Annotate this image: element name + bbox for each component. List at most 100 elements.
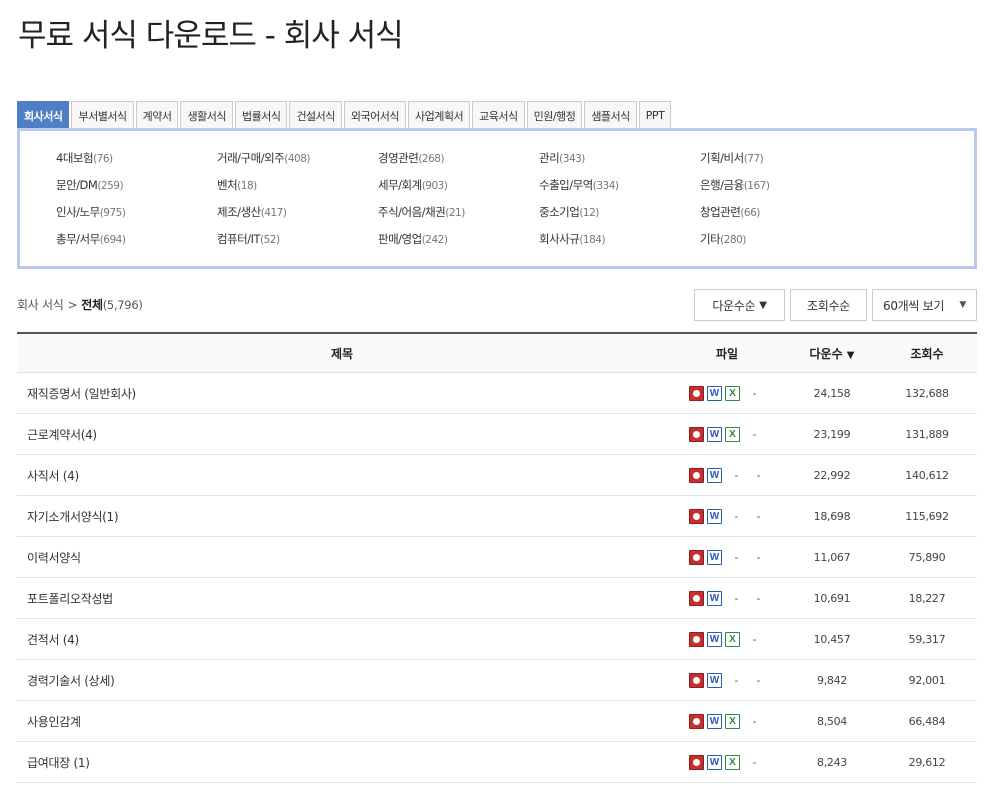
subcategory-link[interactable]: 문안/DM(259) (56, 177, 217, 204)
header-views[interactable]: 조회수 (877, 345, 977, 362)
excel-file-icon[interactable]: X (725, 426, 740, 442)
form-title-link[interactable]: 사용인감계 (17, 713, 667, 730)
file-icons: W-- (667, 590, 787, 606)
file-icons: W-- (667, 508, 787, 524)
form-title-link[interactable]: 근로계약서(4) (17, 426, 667, 443)
word-file-icon[interactable]: W (707, 631, 722, 647)
tab-1[interactable]: 회사서식 (17, 101, 70, 129)
table-row: 견적서 (4) W X -10,457 59,317 (17, 619, 977, 660)
sort-by-views-button[interactable]: 조회수순 (790, 289, 867, 321)
subcategory-name: 판매/영업 (378, 232, 422, 246)
page-size-select[interactable]: 60개씩 보기 ▼ (872, 289, 977, 321)
excel-file-icon[interactable]: X (725, 385, 740, 401)
subcategory-link[interactable]: 기타(280) (700, 231, 861, 258)
subcategory-link[interactable]: 관리(343) (539, 150, 700, 177)
excel-file-icon[interactable]: X (725, 754, 740, 770)
form-title-link[interactable]: 급여대장 (1) (17, 754, 667, 771)
header-file: 파일 (715, 346, 739, 361)
tab-12[interactable]: PPT (638, 101, 672, 129)
subcategory-link[interactable]: 제조/생산(417) (217, 204, 378, 231)
subcategory-link[interactable]: 은행/금융(167) (700, 177, 861, 204)
table-row: 사용인감계 W X -8,504 66,484 (17, 701, 977, 742)
subcategory-link[interactable]: 컴퓨터/IT(52) (217, 231, 378, 258)
word-file-icon[interactable]: W (707, 754, 722, 770)
no-file-dash: - (756, 509, 761, 523)
download-count: 8,504 (817, 714, 847, 728)
subcategory-link[interactable]: 세무/회계(903) (378, 177, 539, 204)
subcategory-count: (343) (559, 153, 585, 165)
hwp-file-icon[interactable] (689, 549, 704, 565)
word-file-icon[interactable]: W (707, 385, 722, 401)
tab-8[interactable]: 사업계획서 (408, 101, 471, 129)
subcategory-link[interactable]: 주식/어음/채권(21) (378, 204, 539, 231)
excel-file-icon[interactable]: X (725, 631, 740, 647)
subcategory-link[interactable]: 인사/노무(975) (56, 204, 217, 231)
word-file-icon[interactable]: W (707, 672, 722, 688)
tab-5[interactable]: 법률서식 (234, 101, 288, 129)
form-title-link[interactable]: 경력기술서 (상세) (17, 672, 667, 689)
subcategory-count: (975) (99, 207, 126, 219)
subcategory-name: 관리 (539, 151, 560, 165)
tab-11[interactable]: 샘플서식 (584, 101, 637, 129)
form-title-link[interactable]: 이력서양식 (17, 549, 667, 566)
word-file-icon[interactable]: W (707, 508, 722, 524)
subcategory-name: 은행/금융 (700, 178, 744, 192)
subcategory-link[interactable]: 거래/구매/외주(408) (217, 150, 378, 177)
tab-2[interactable]: 부서별서식 (71, 101, 134, 129)
subcategory-link[interactable]: 창업관련(66) (700, 204, 861, 231)
hwp-file-icon[interactable] (689, 713, 704, 729)
tab-9[interactable]: 교육서식 (472, 101, 525, 129)
form-title-link[interactable]: 자기소개서양식(1) (17, 508, 667, 525)
hwp-file-icon[interactable] (689, 508, 704, 524)
subcategory-link[interactable]: 벤처(18) (217, 177, 378, 204)
subcategory-link[interactable]: 4대보험(76) (56, 150, 217, 177)
breadcrumb-separator: > (67, 298, 78, 312)
subcategory-name: 주식/어음/채권 (378, 205, 446, 219)
tab-6[interactable]: 건설서식 (289, 101, 342, 129)
subcategory-link[interactable]: 수출입/무역(334) (539, 177, 700, 204)
hwp-symbol-icon (693, 635, 700, 643)
subcategory-count: (12) (579, 207, 599, 219)
form-title-link[interactable]: 포트폴리오작성법 (17, 590, 667, 607)
subcategory-link[interactable]: 회사사규(184) (539, 231, 700, 258)
subcategory-link[interactable]: 기획/비서(77) (700, 150, 861, 177)
file-icons: W-- (667, 467, 787, 483)
tab-7[interactable]: 외국어서식 (343, 101, 407, 129)
breadcrumb-parent[interactable]: 회사 서식 (17, 298, 64, 312)
word-file-icon[interactable]: W (707, 713, 722, 729)
word-file-icon[interactable]: W (707, 549, 722, 565)
tab-3[interactable]: 계약서 (135, 101, 179, 129)
subcategory-count: (259) (97, 180, 124, 192)
forms-table: 제목 파일 다운수 ▼ 조회수 재직증명서 (일반회사) W X -24,158 132… (17, 332, 977, 783)
tab-4[interactable]: 생활서식 (180, 101, 233, 129)
tab-10[interactable]: 민원/행정 (526, 101, 583, 129)
no-file-dash: - (734, 468, 739, 482)
subcategory-name: 세무/회계 (378, 178, 422, 192)
subcategory-link[interactable]: 경영관련(268) (378, 150, 539, 177)
word-file-icon[interactable]: W (707, 590, 722, 606)
subcategory-count: (408) (284, 153, 310, 165)
subcategory-link[interactable]: 중소기업(12) (539, 204, 700, 231)
header-downloads[interactable]: 다운수 ▼ (787, 345, 877, 362)
table-header: 제목 파일 다운수 ▼ 조회수 (17, 334, 977, 373)
form-title-link[interactable]: 사직서 (4) (17, 467, 667, 484)
hwp-file-icon[interactable] (689, 590, 704, 606)
hwp-file-icon[interactable] (689, 426, 704, 442)
excel-file-icon[interactable]: X (725, 713, 740, 729)
form-title-link[interactable]: 견적서 (4) (17, 631, 667, 648)
form-title-link[interactable]: 재직증명서 (일반회사) (17, 385, 667, 402)
download-count: 8,243 (817, 755, 847, 769)
word-file-icon[interactable]: W (707, 467, 722, 483)
hwp-file-icon[interactable] (689, 754, 704, 770)
subcategory-name: 제조/생산 (217, 205, 261, 219)
sort-by-downloads-button[interactable]: 다운수순 ▼ (694, 289, 785, 321)
subcategory-link[interactable]: 총무/서무(694) (56, 231, 217, 258)
subcategory-link[interactable]: 판매/영업(242) (378, 231, 539, 258)
view-count: 59,317 (908, 632, 946, 646)
hwp-file-icon[interactable] (689, 467, 704, 483)
hwp-file-icon[interactable] (689, 672, 704, 688)
hwp-file-icon[interactable] (689, 385, 704, 401)
download-count: 11,067 (813, 550, 851, 564)
word-file-icon[interactable]: W (707, 426, 722, 442)
hwp-file-icon[interactable] (689, 631, 704, 647)
